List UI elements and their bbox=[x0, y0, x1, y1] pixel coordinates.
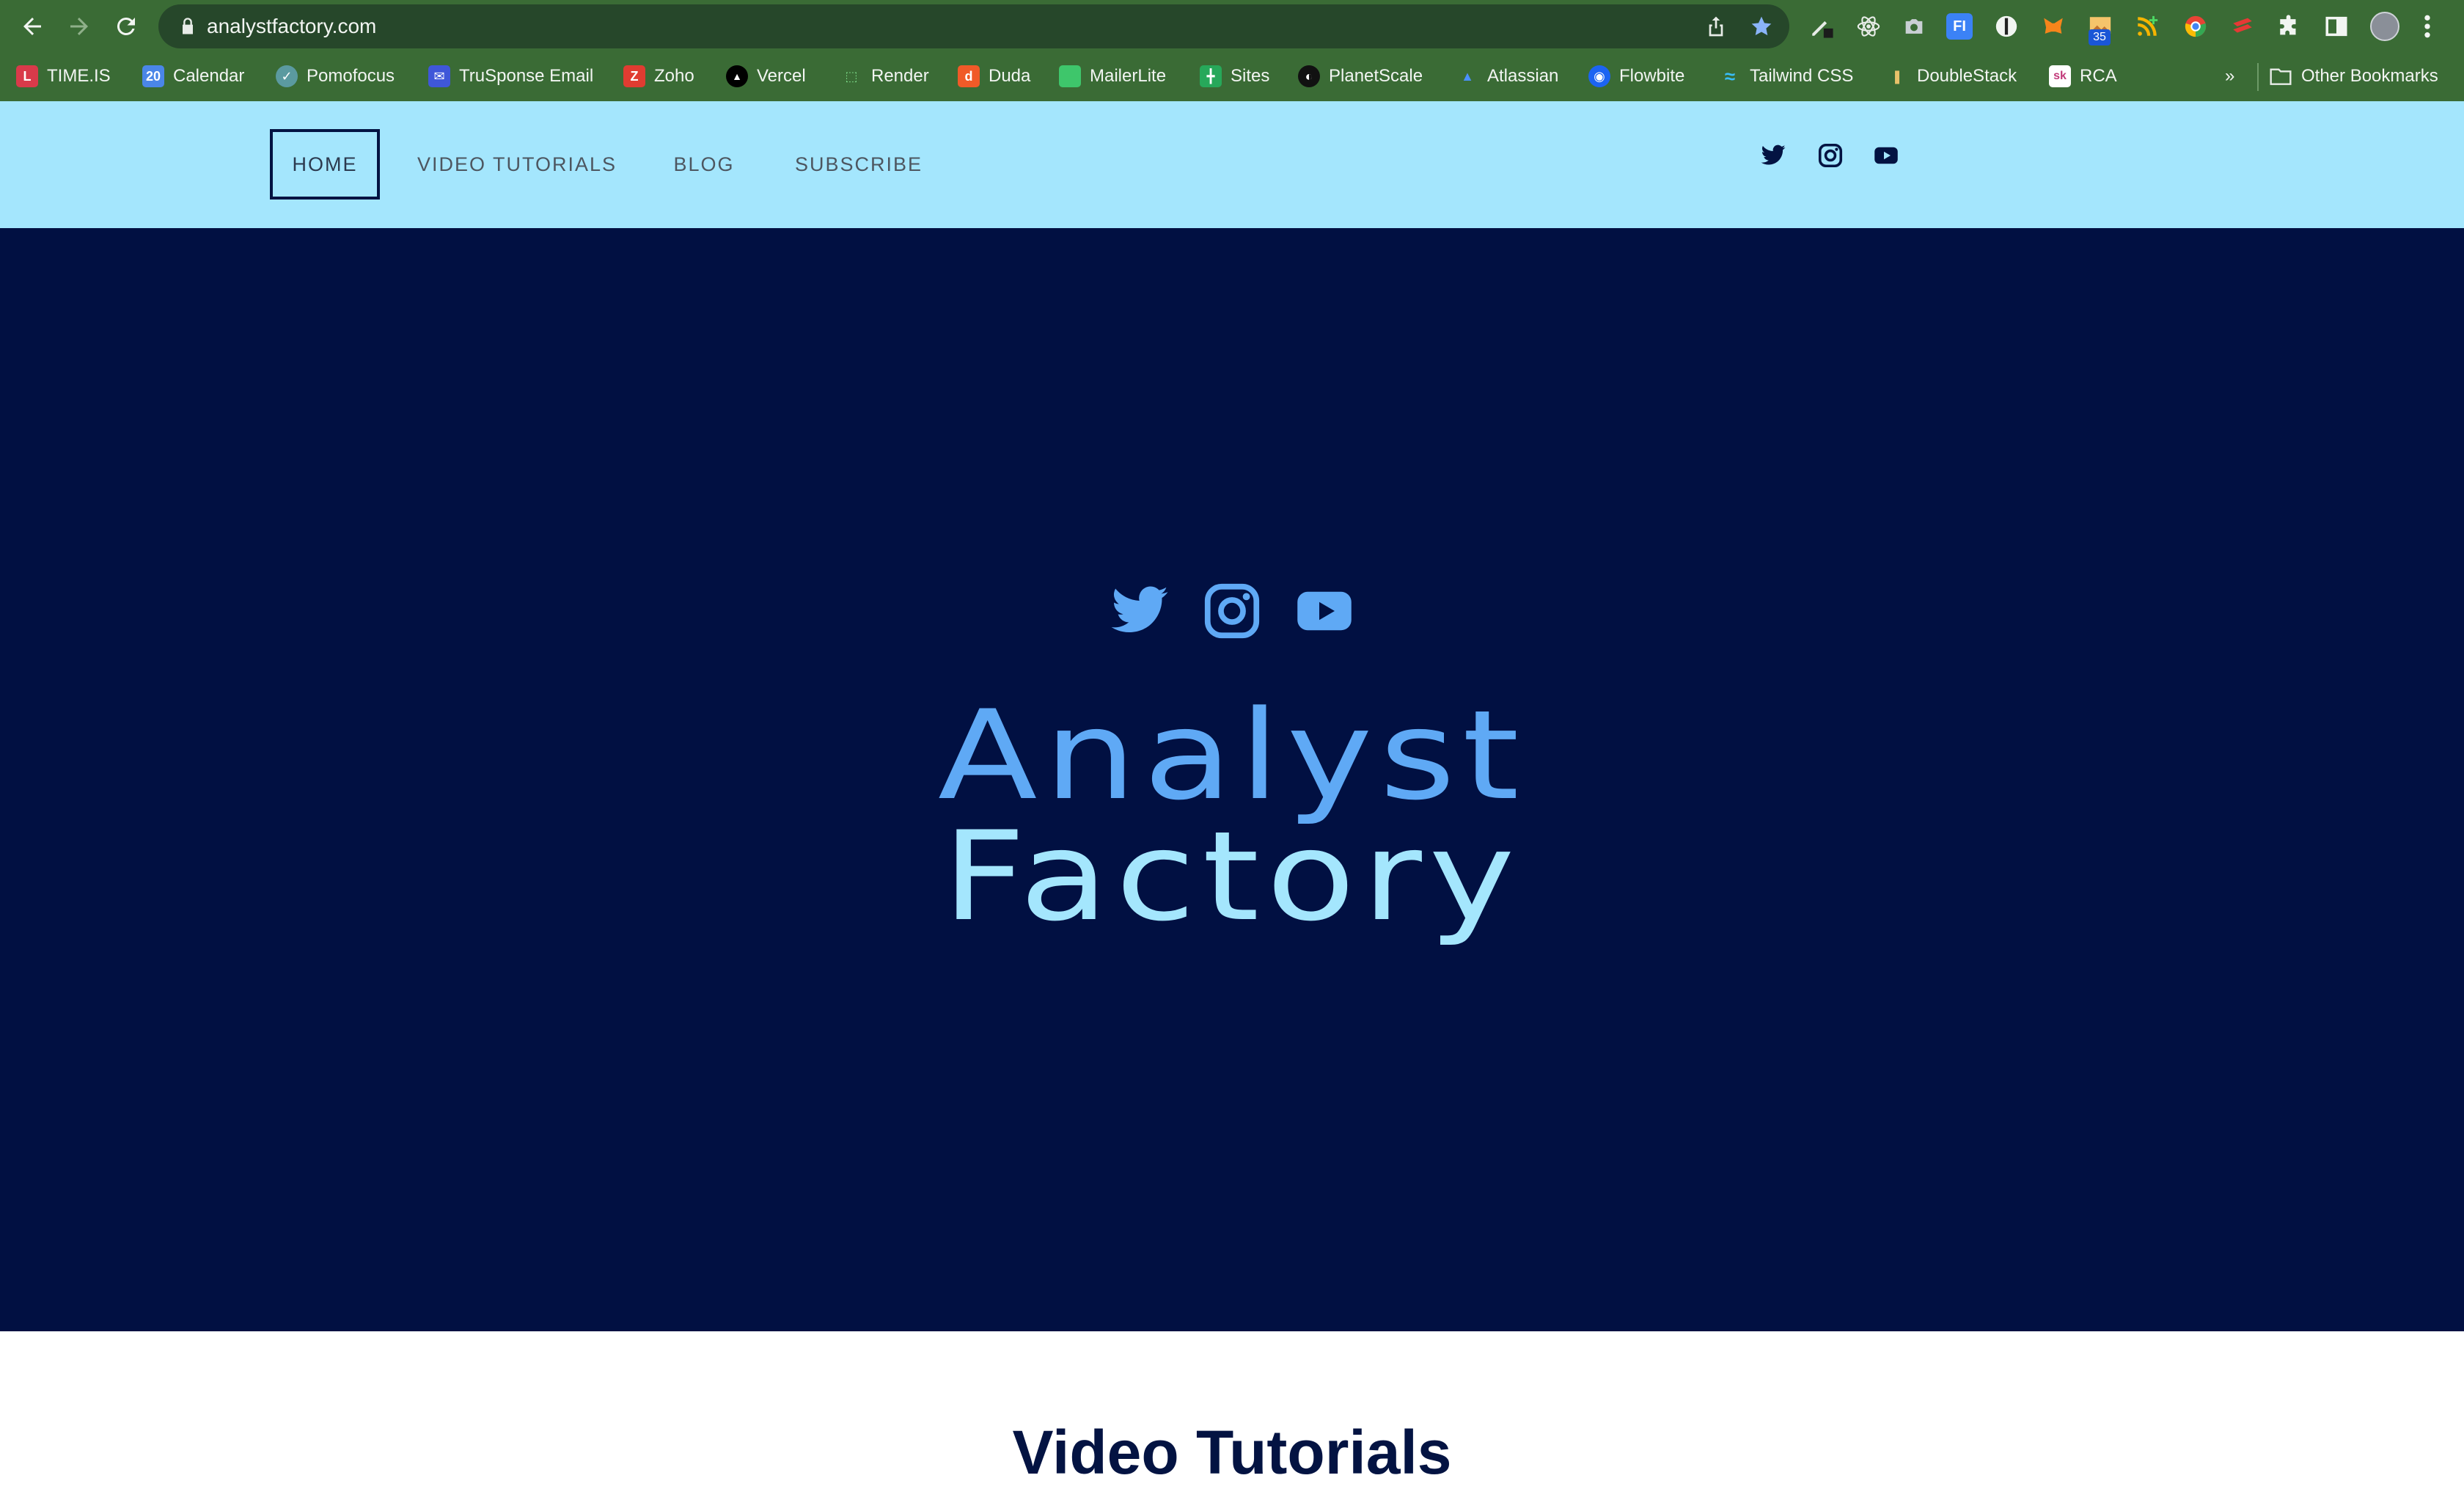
bookmark-label: MailerLite bbox=[1090, 66, 1167, 86]
browser-toolbar: analystfactory.com FI 35 bbox=[0, 0, 2464, 53]
url-text[interactable]: analystfactory.com bbox=[207, 4, 376, 48]
instagram-icon[interactable] bbox=[1816, 141, 1845, 170]
bookmark-label: DoubleStack bbox=[1917, 66, 2017, 86]
extensions-puzzle-icon[interactable] bbox=[2276, 13, 2303, 40]
atlassian-icon: ▲ bbox=[1461, 68, 1474, 84]
reload-icon[interactable] bbox=[110, 10, 142, 43]
bookmark-label: Calendar bbox=[173, 66, 245, 86]
fi-extension-icon[interactable]: FI bbox=[1946, 13, 1973, 40]
tailwind-icon: ≈ bbox=[1724, 65, 1736, 87]
nav-subscribe[interactable]: SUBSCRIBE bbox=[792, 129, 925, 200]
zoho-icon: Z bbox=[623, 65, 645, 87]
bookmark-label: Other Bookmarks bbox=[2301, 66, 2438, 86]
instagram-icon[interactable] bbox=[1201, 580, 1263, 642]
mail-icon: ✉ bbox=[428, 65, 450, 87]
bookmark-label: Zoho bbox=[654, 66, 694, 86]
bookmark-pomofocus[interactable]: ✓ Pomofocus bbox=[276, 62, 395, 91]
twitter-icon[interactable] bbox=[1109, 580, 1170, 642]
hero-title-line2: Factory bbox=[942, 805, 1522, 948]
hero-section: Analyst Factory bbox=[0, 228, 2464, 1331]
bookmark-duda[interactable]: d Duda bbox=[958, 62, 1030, 91]
section-title-video-tutorials: Video Tutorials bbox=[1012, 1418, 1452, 1487]
youtube-icon[interactable] bbox=[1294, 580, 1355, 642]
timeis-icon: L bbox=[16, 65, 38, 87]
back-icon[interactable] bbox=[16, 10, 48, 43]
flowbite-icon: ◉ bbox=[1588, 65, 1610, 87]
bookmark-label: Render bbox=[871, 66, 929, 86]
bookmarks-bar: L TIME.IS 20 Calendar ✓ Pomofocus ✉ TruS… bbox=[0, 53, 2464, 101]
profile-avatar[interactable] bbox=[2370, 12, 2399, 41]
chevron-double-right-icon: » bbox=[2225, 66, 2235, 86]
youtube-icon[interactable] bbox=[1871, 141, 1901, 170]
share-icon[interactable] bbox=[1704, 15, 1728, 38]
bookmark-mailerlite[interactable]: ▬ MailerLite bbox=[1059, 62, 1166, 91]
metamask-icon[interactable] bbox=[2040, 13, 2067, 40]
hero-title-line1: Analyst bbox=[937, 684, 1527, 827]
react-devtools-icon[interactable] bbox=[1855, 13, 1882, 40]
bookmark-zoho[interactable]: Z Zoho bbox=[623, 62, 694, 91]
doublestack-icon: ❚ bbox=[1891, 68, 1903, 84]
bookmark-label: Tailwind CSS bbox=[1750, 66, 1854, 86]
bookmark-star-icon[interactable] bbox=[1750, 15, 1773, 38]
bookmark-calendar[interactable]: 20 Calendar bbox=[142, 62, 244, 91]
bookmarks-divider bbox=[2257, 63, 2259, 91]
rca-icon: sk bbox=[2049, 65, 2071, 87]
bookmark-tailwind-css[interactable]: ≈ Tailwind CSS bbox=[1719, 62, 1854, 91]
pen-extension-icon[interactable] bbox=[1808, 13, 1835, 40]
bookmark-label: PlanetScale bbox=[1329, 66, 1423, 86]
vercel-icon: ▲ bbox=[726, 65, 748, 87]
red-stack-extension-icon[interactable] bbox=[2229, 13, 2256, 40]
bookmark-label: Vercel bbox=[757, 66, 806, 86]
duda-icon: d bbox=[958, 65, 980, 87]
sites-icon: ╋ bbox=[1200, 65, 1222, 87]
rss-plus-icon[interactable] bbox=[2134, 13, 2160, 40]
browser-menu-icon[interactable] bbox=[2420, 12, 2435, 41]
forward-icon[interactable] bbox=[63, 10, 95, 43]
address-bar[interactable]: analystfactory.com bbox=[158, 4, 1789, 48]
bookmark-rca[interactable]: sk RCA bbox=[2049, 62, 2117, 91]
nav-blog[interactable]: BLOG bbox=[663, 129, 745, 200]
bookmark-planetscale[interactable]: ◐ PlanetScale bbox=[1298, 62, 1423, 91]
bookmark-label: Flowbite bbox=[1619, 66, 1685, 86]
bookmark-vercel[interactable]: ▲ Vercel bbox=[726, 62, 806, 91]
circle-extension-icon[interactable] bbox=[1993, 13, 2020, 40]
bookmark-label: RCA bbox=[2080, 66, 2117, 86]
twitter-icon[interactable] bbox=[1759, 141, 1788, 170]
bookmark-doublestack[interactable]: ❚ DoubleStack bbox=[1886, 62, 2017, 91]
bookmark-label: TruSponse Email bbox=[459, 66, 594, 86]
bookmark-timeis[interactable]: L TIME.IS bbox=[16, 62, 111, 91]
more-bookmarks-button[interactable]: » bbox=[2225, 62, 2234, 91]
bookmark-label: Atlassian bbox=[1487, 66, 1559, 86]
mailerlite-icon: ▬ bbox=[1059, 65, 1081, 87]
planetscale-icon: ◐ bbox=[1298, 65, 1320, 87]
extension-badge: 35 bbox=[2089, 29, 2111, 45]
site-navbar: HOME VIDEO TUTORIALS BLOG SUBSCRIBE bbox=[0, 101, 2464, 228]
bookmark-sites[interactable]: ╋ Sites bbox=[1200, 62, 1269, 91]
chrome-color-icon[interactable] bbox=[2182, 13, 2209, 40]
calendar-icon: 20 bbox=[142, 65, 164, 87]
bookmark-label: Pomofocus bbox=[307, 66, 395, 86]
bookmark-render[interactable]: ⬚ Render bbox=[840, 62, 929, 91]
bookmark-flowbite[interactable]: ◉ Flowbite bbox=[1588, 62, 1684, 91]
nav-home[interactable]: HOME bbox=[270, 129, 380, 200]
bookmark-atlassian[interactable]: ▲ Atlassian bbox=[1456, 62, 1558, 91]
pomofocus-icon: ✓ bbox=[276, 65, 298, 87]
render-icon: ⬚ bbox=[845, 68, 858, 84]
other-bookmarks-folder[interactable]: Other Bookmarks bbox=[2269, 62, 2438, 91]
bookmark-label: TIME.IS bbox=[47, 66, 111, 86]
lock-icon bbox=[183, 18, 193, 34]
bookmark-trusponse-email[interactable]: ✉ TruSponse Email bbox=[428, 62, 593, 91]
side-panel-icon[interactable] bbox=[2323, 13, 2350, 40]
nav-video-tutorials[interactable]: VIDEO TUTORIALS bbox=[411, 129, 623, 200]
folder-icon bbox=[2270, 68, 2292, 85]
bookmark-label: Sites bbox=[1231, 66, 1270, 86]
camera-extension-icon[interactable] bbox=[1901, 13, 1927, 40]
bookmark-label: Duda bbox=[989, 66, 1031, 86]
